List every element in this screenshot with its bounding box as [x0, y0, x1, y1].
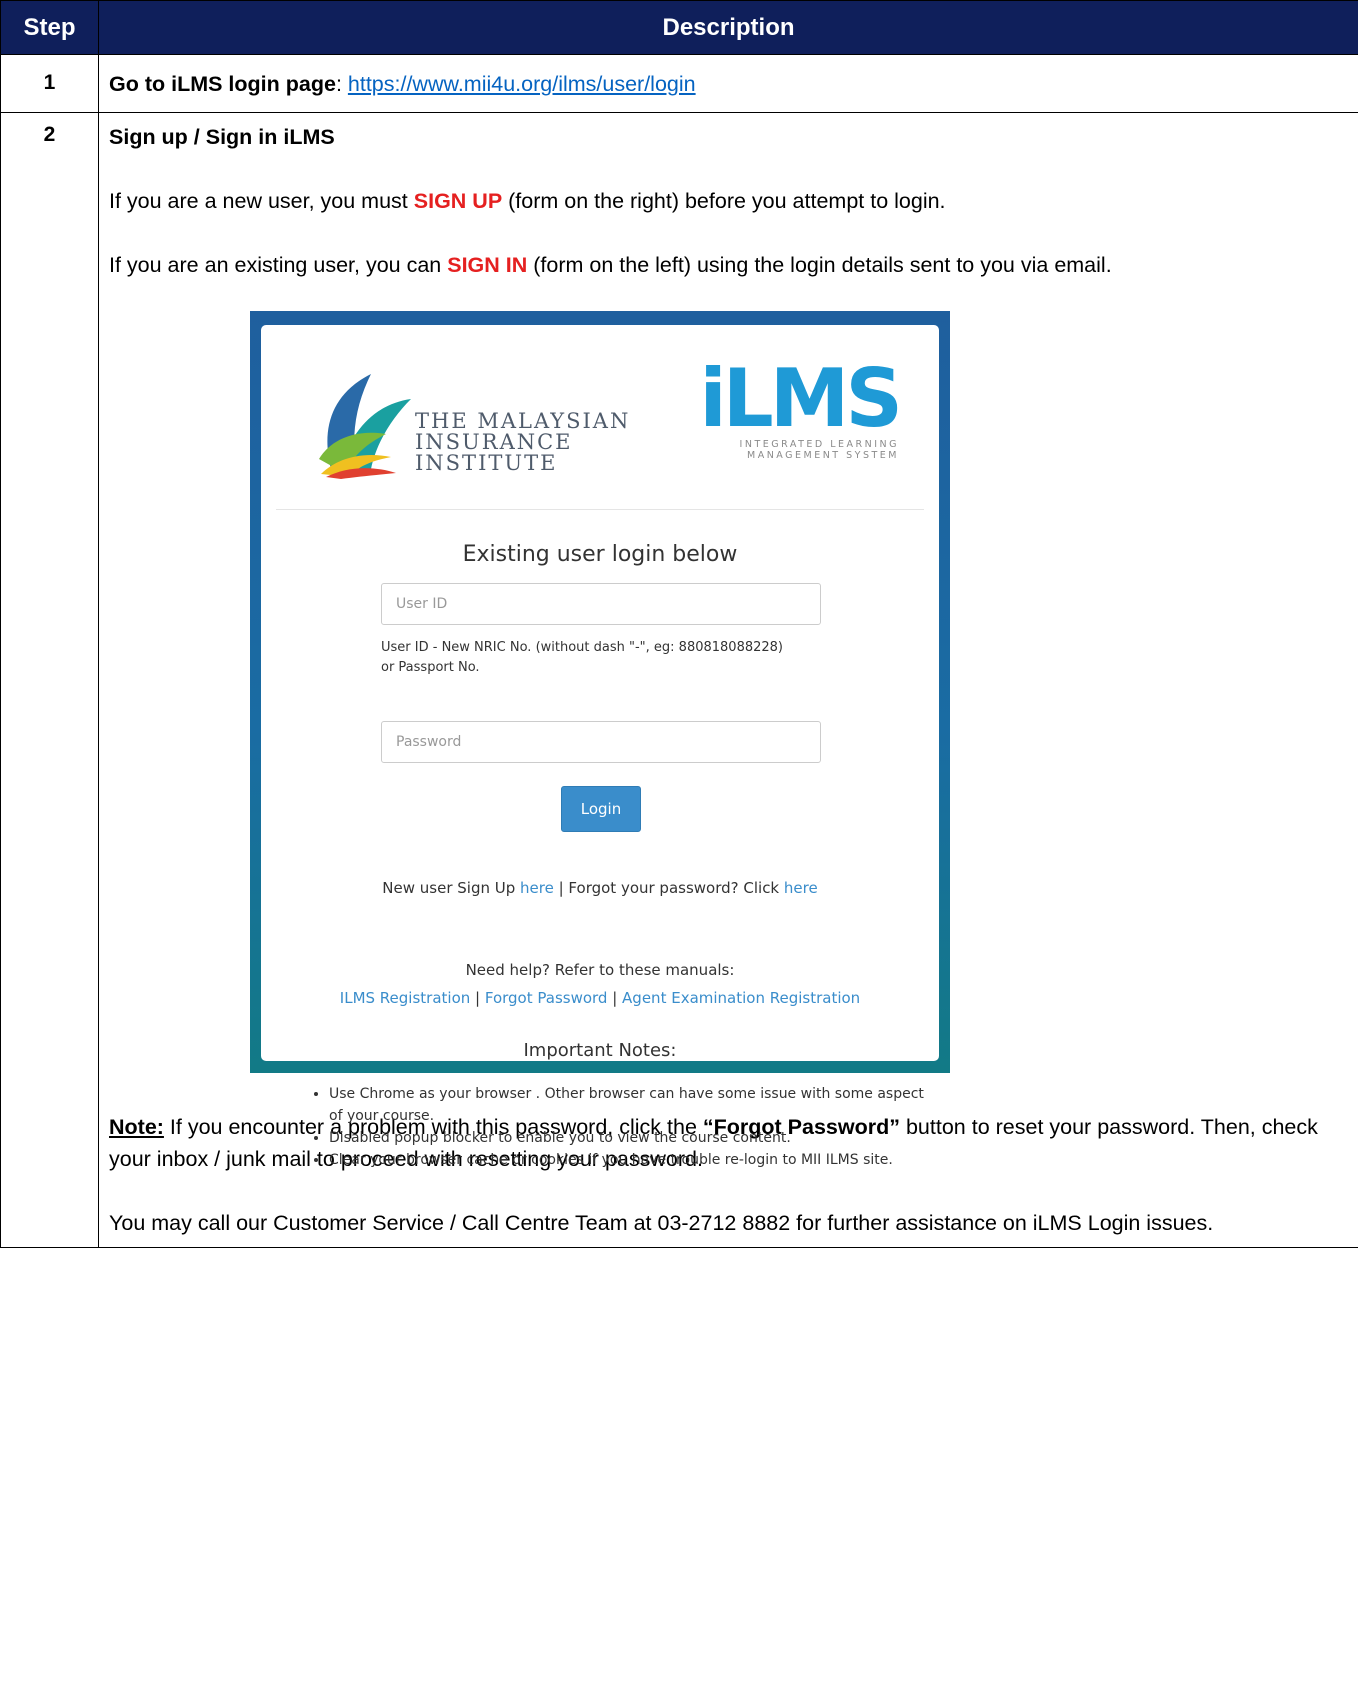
user-id-input[interactable]: User ID	[381, 583, 821, 625]
manual-ilms-registration-link[interactable]: ILMS Registration	[340, 989, 470, 1007]
manual-forgot-password-link[interactable]: Forgot Password	[485, 989, 608, 1007]
manual-agent-exam-link[interactable]: Agent Examination Registration	[622, 989, 860, 1007]
separator: |	[470, 989, 485, 1007]
step-description: Go to iLMS login page: https://www.mii4u…	[98, 54, 1358, 113]
step-description: Sign up / Sign in iLMS If you are a new …	[98, 112, 1358, 1248]
header-description: Description	[98, 0, 1358, 55]
login-button[interactable]: Login	[561, 786, 641, 832]
text-run: New user Sign Up	[382, 879, 521, 897]
signup-forgot-line: New user Sign Up here | Forgot your pass…	[261, 872, 939, 904]
signup-paragraph: If you are a new user, you must SIGN UP …	[109, 185, 1348, 217]
colon: :	[335, 72, 348, 96]
table-header-row: Step Description	[0, 0, 1358, 55]
mii-wordmark: THE MALAYSIAN INSURANCE INSTITUTE	[415, 411, 641, 474]
forgot-here-link[interactable]: here	[784, 879, 818, 897]
login-page-link[interactable]: https://www.mii4u.org/ilms/user/login	[348, 72, 696, 96]
list-item: Disabled popup blocker to enable you to …	[329, 1127, 941, 1149]
manuals-line: ILMS Registration | Forgot Password | Ag…	[261, 982, 939, 1014]
text-run: If you are an existing user, you can	[109, 253, 448, 277]
mii-logo: THE MALAYSIAN INSURANCE INSTITUTE	[311, 369, 641, 479]
list-item: Use Chrome as your browser . Other brows…	[329, 1083, 941, 1127]
mii-line2: INSURANCE INSTITUTE	[415, 430, 573, 475]
ilms-subtitle-2: MANAGEMENT SYSTEM	[747, 450, 899, 461]
hint-line: or Passport No.	[381, 660, 480, 675]
leaf-emblem-icon	[319, 374, 411, 479]
step-number: 2	[0, 112, 99, 1248]
signup-emphasis: SIGN UP	[413, 189, 503, 213]
user-id-hint: User ID - New NRIC No. (without dash "-"…	[381, 638, 841, 678]
ilms-logo: iLMS INTEGRATED LEARNING MANAGEMENT SYST…	[699, 352, 903, 479]
signin-paragraph: If you are an existing user, you can SIG…	[109, 249, 1348, 281]
text-run: If you are a new user, you must	[109, 189, 414, 213]
login-screenshot: THE MALAYSIAN INSURANCE INSTITUTE iLMS I…	[250, 311, 950, 1168]
steps-table: Step Description 1 Go to iLMS login page…	[0, 0, 1358, 1248]
notes-title: Important Notes:	[523, 1040, 677, 1061]
login-title: Existing user login below	[462, 542, 738, 567]
signin-emphasis: SIGN IN	[447, 253, 528, 277]
table-row: 2 Sign up / Sign in iLMS If you are a ne…	[0, 112, 1358, 1248]
header-step: Step	[0, 0, 99, 55]
step-title: Sign up / Sign in iLMS	[109, 125, 335, 149]
notes-list: Use Chrome as your browser . Other brows…	[301, 1083, 941, 1171]
signup-here-link[interactable]: here	[520, 879, 554, 897]
separator: |	[607, 989, 623, 1007]
text-run: (form on the right) before you attempt t…	[502, 189, 946, 213]
mii-line1: THE MALAYSIAN	[415, 409, 631, 433]
login-card: THE MALAYSIAN INSURANCE INSTITUTE iLMS I…	[261, 325, 939, 1168]
password-input[interactable]: Password	[381, 721, 821, 763]
ilms-wordmark: iLMS	[699, 352, 903, 445]
list-item: Clear your browser cache or cookies if y…	[329, 1149, 941, 1171]
note-label: Note:	[109, 1115, 164, 1139]
divider	[276, 509, 924, 510]
table-row: 1 Go to iLMS login page: https://www.mii…	[0, 54, 1358, 113]
step-number: 1	[0, 54, 99, 113]
text-run: | Forgot your password? Click	[553, 879, 784, 897]
step-label: Go to iLMS login page	[109, 72, 336, 96]
text-run: (form on the left) using the login detai…	[527, 253, 1112, 277]
hint-line: User ID - New NRIC No. (without dash "-"…	[381, 640, 784, 655]
call-paragraph: You may call our Customer Service / Call…	[109, 1211, 1214, 1235]
logos-area: THE MALAYSIAN INSURANCE INSTITUTE iLMS I…	[311, 352, 903, 479]
